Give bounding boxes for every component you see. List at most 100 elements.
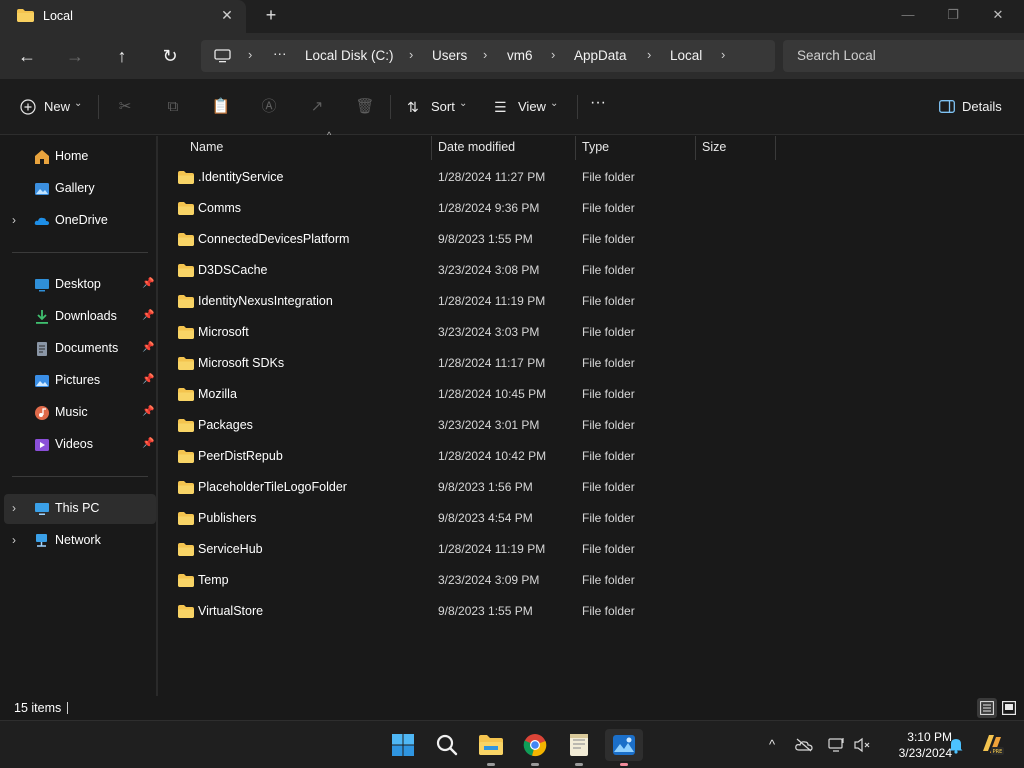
sidebar-item-downloads[interactable]: Downloads 📌 <box>4 302 156 332</box>
table-row[interactable]: D3DSCache 3/23/2024 3:08 PM File folder <box>160 257 776 288</box>
pin-icon[interactable]: 📌 <box>142 438 154 449</box>
this-pc-icon <box>35 503 49 515</box>
sidebar-item-videos[interactable]: Videos 📌 <box>4 430 156 460</box>
search-input[interactable] <box>797 48 1017 63</box>
notification-bell-icon[interactable] <box>947 736 965 754</box>
pin-icon[interactable]: 📌 <box>142 342 154 353</box>
sidebar-item-home[interactable]: Home <box>4 142 156 172</box>
tab-local[interactable]: Local ✕ <box>0 0 246 33</box>
table-row[interactable]: Microsoft 3/23/2024 3:03 PM File folder <box>160 319 776 350</box>
maximize-button[interactable]: ❐ <box>938 4 968 26</box>
pin-icon[interactable]: 📌 <box>142 278 154 289</box>
sidebar-item-onedrive[interactable]: › OneDrive <box>4 206 156 236</box>
details-label: Details <box>962 99 1002 114</box>
breadcrumb-chevron[interactable]: › <box>409 47 413 62</box>
breadcrumb-chevron[interactable]: › <box>647 47 651 62</box>
table-row[interactable]: PlaceholderTileLogoFolder 9/8/2023 1:56 P… <box>160 474 776 505</box>
pin-icon[interactable]: 📌 <box>142 406 154 417</box>
taskbar-file-explorer[interactable] <box>475 729 507 766</box>
taskbar-chrome[interactable] <box>519 729 551 766</box>
table-row[interactable]: .IdentityService 1/28/2024 11:27 PM File f… <box>160 164 776 195</box>
details-view-toggle[interactable] <box>977 698 997 718</box>
network-tray-icon[interactable] <box>828 737 846 753</box>
onedrive-tray-icon[interactable] <box>795 738 813 752</box>
rename-icon[interactable]: Ⓐ <box>258 96 280 118</box>
new-tab-icon[interactable]: + <box>261 5 281 25</box>
column-divider[interactable] <box>775 136 776 160</box>
breadcrumb-appdata[interactable]: AppData <box>574 48 627 63</box>
show-hidden-icons-icon[interactable]: ^ <box>763 736 781 754</box>
up-button[interactable]: ↑ <box>109 43 135 69</box>
table-row[interactable]: IdentityNexusIntegration 1/28/2024 11:19 … <box>160 288 776 319</box>
close-window-button[interactable]: ✕ <box>983 4 1013 26</box>
breadcrumb-vm6[interactable]: vm6 <box>507 48 533 63</box>
tiles-view-toggle[interactable] <box>999 698 1019 718</box>
file-type: File folder <box>582 573 635 587</box>
table-row[interactable]: ServiceHub 1/28/2024 11:19 PM File folder <box>160 536 776 567</box>
forward-button[interactable]: → <box>62 43 88 69</box>
column-header-type[interactable]: Type <box>576 136 695 160</box>
sidebar-item-network[interactable]: › Network <box>4 526 156 556</box>
table-row[interactable]: Microsoft SDKs 1/28/2024 11:17 PM File fol… <box>160 350 776 381</box>
this-pc-icon[interactable] <box>214 49 231 63</box>
column-header-size[interactable]: Size <box>696 136 775 160</box>
breadcrumb-chevron[interactable]: › <box>551 47 555 62</box>
file-name: Microsoft SDKs <box>198 356 285 370</box>
folder-icon <box>178 574 194 587</box>
chevron-right-icon[interactable]: › <box>12 533 16 547</box>
taskbar-notepad[interactable] <box>563 729 595 766</box>
breadcrumb-local-disk[interactable]: Local Disk (C:) <box>305 48 394 63</box>
table-row[interactable]: ConnectedDevicesPlatform 9/8/2023 1:55 PM… <box>160 226 776 257</box>
breadcrumb-more-icon[interactable]: ··· <box>273 46 287 61</box>
clock[interactable]: 3:10 PM 3/23/2024 <box>872 729 952 761</box>
sidebar-item-gallery[interactable]: Gallery <box>4 174 156 204</box>
breadcrumb-chevron[interactable]: › <box>721 47 725 62</box>
running-indicator <box>531 763 539 766</box>
chevron-right-icon[interactable]: › <box>12 501 16 515</box>
start-button[interactable] <box>387 729 419 761</box>
breadcrumb-local[interactable]: Local <box>670 48 702 63</box>
search-box[interactable] <box>783 40 1024 72</box>
chevron-right-icon[interactable]: › <box>12 213 16 227</box>
see-more-icon[interactable]: ··· <box>590 91 606 115</box>
minimize-button[interactable]: — <box>893 4 923 26</box>
breadcrumb-chevron[interactable]: › <box>248 47 252 62</box>
pin-icon[interactable]: 📌 <box>142 310 154 321</box>
delete-icon[interactable]: 🗑 <box>354 96 376 118</box>
table-row[interactable]: Packages 3/23/2024 3:01 PM File folder <box>160 412 776 443</box>
file-date-modified: 1/28/2024 10:45 PM <box>438 387 547 401</box>
table-row[interactable]: Comms 1/28/2024 9:36 PM File folder <box>160 195 776 226</box>
table-row[interactable]: Temp 3/23/2024 3:09 PM File folder <box>160 567 776 598</box>
address-bar[interactable]: › ··· Local Disk (C:) › Users › vm6 › Ap… <box>201 40 775 72</box>
table-row[interactable]: Publishers 9/8/2023 4:54 PM File folder <box>160 505 776 536</box>
copilot-preview-icon[interactable]: PRE <box>979 731 1005 757</box>
table-row[interactable]: Mozilla 1/28/2024 10:45 PM File folder <box>160 381 776 412</box>
sidebar-item-label: Home <box>55 149 89 163</box>
cut-icon[interactable]: ✂ <box>114 96 136 118</box>
volume-muted-icon[interactable] <box>853 737 871 753</box>
tab-close-icon[interactable]: ✕ <box>218 6 236 24</box>
sidebar-item-this-pc[interactable]: › This PC <box>4 494 156 524</box>
column-header-name[interactable]: Name ^ <box>184 130 432 160</box>
column-header-date[interactable]: Date modified <box>432 136 575 160</box>
sidebar-item-desktop[interactable]: Desktop 📌 <box>4 270 156 300</box>
sidebar-item-music[interactable]: Music 📌 <box>4 398 156 428</box>
divider <box>577 95 578 119</box>
copy-icon[interactable]: ⧉ <box>162 96 184 118</box>
refresh-button[interactable]: ↻ <box>157 43 183 69</box>
file-date-modified: 3/23/2024 3:08 PM <box>438 263 540 277</box>
taskbar-search-button[interactable] <box>431 729 463 761</box>
table-row[interactable]: PeerDistRepub 1/28/2024 10:42 PM File fold… <box>160 443 776 474</box>
pin-icon[interactable]: 📌 <box>142 374 154 385</box>
taskbar-photos[interactable] <box>605 729 643 766</box>
back-button[interactable]: ← <box>14 43 40 69</box>
breadcrumb-users[interactable]: Users <box>432 48 467 63</box>
file-name: Packages <box>198 418 253 432</box>
desktop-icon <box>35 279 49 292</box>
sidebar-item-pictures[interactable]: Pictures 📌 <box>4 366 156 396</box>
table-row[interactable]: VirtualStore 9/8/2023 1:55 PM File folder <box>160 598 776 629</box>
paste-icon[interactable]: 📋 <box>210 96 232 118</box>
sidebar-item-documents[interactable]: Documents 📌 <box>4 334 156 364</box>
share-icon[interactable]: ↗ <box>306 96 328 118</box>
breadcrumb-chevron[interactable]: › <box>483 47 487 62</box>
